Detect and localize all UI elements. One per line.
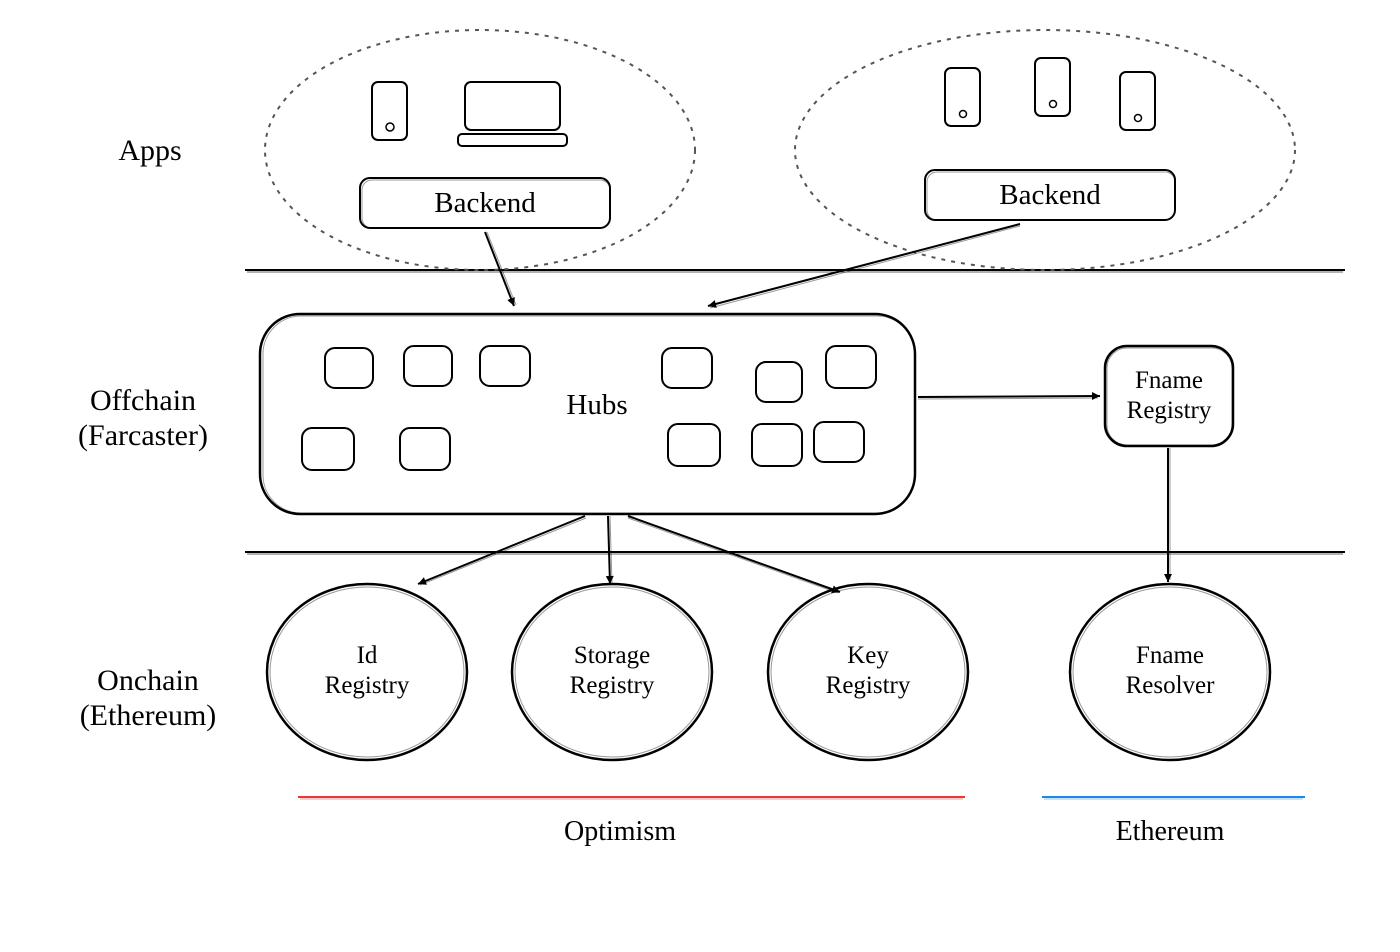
layer-label-offchain-1: Offchain — [90, 384, 196, 417]
phone-icon — [1035, 58, 1070, 116]
svg-text:Fname: Fname — [1136, 642, 1204, 669]
svg-text:Resolver: Resolver — [1126, 672, 1216, 699]
phone-icon — [372, 82, 407, 140]
arrow-hubs-to-id-registry — [418, 516, 585, 584]
svg-text:Registry: Registry — [570, 672, 655, 699]
apps-cluster-left — [265, 30, 695, 270]
layer-label-onchain-1: Onchain — [97, 664, 199, 697]
ethereum-label: Ethereum — [1116, 816, 1225, 847]
layer-label-offchain-2: (Farcaster) — [78, 419, 208, 452]
svg-text:Id: Id — [357, 642, 378, 669]
laptop-icon — [458, 82, 567, 146]
fname-registry — [1105, 346, 1233, 446]
apps-cluster-right — [795, 30, 1295, 270]
phone-icon — [1120, 72, 1155, 130]
arrow-hubs-to-fname-registry — [918, 396, 1100, 397]
phone-icon — [945, 68, 980, 126]
layer-label-apps: Apps — [118, 134, 181, 167]
backend-right-label: Backend — [999, 179, 1101, 211]
fname-registry-label-l1: Fname — [1135, 367, 1203, 394]
hubs-label: Hubs — [566, 389, 627, 421]
svg-text:Registry: Registry — [325, 672, 410, 699]
layer-label-onchain-2: (Ethereum) — [80, 699, 217, 732]
fname-registry-label-l2: Registry — [1127, 397, 1212, 424]
svg-text:Key: Key — [847, 642, 889, 669]
backend-left-label: Backend — [434, 187, 536, 219]
optimism-label: Optimism — [564, 816, 676, 847]
arrow-hubs-to-storage-registry — [608, 516, 610, 584]
svg-text:Registry: Registry — [826, 672, 911, 699]
svg-text:Storage: Storage — [574, 642, 650, 669]
